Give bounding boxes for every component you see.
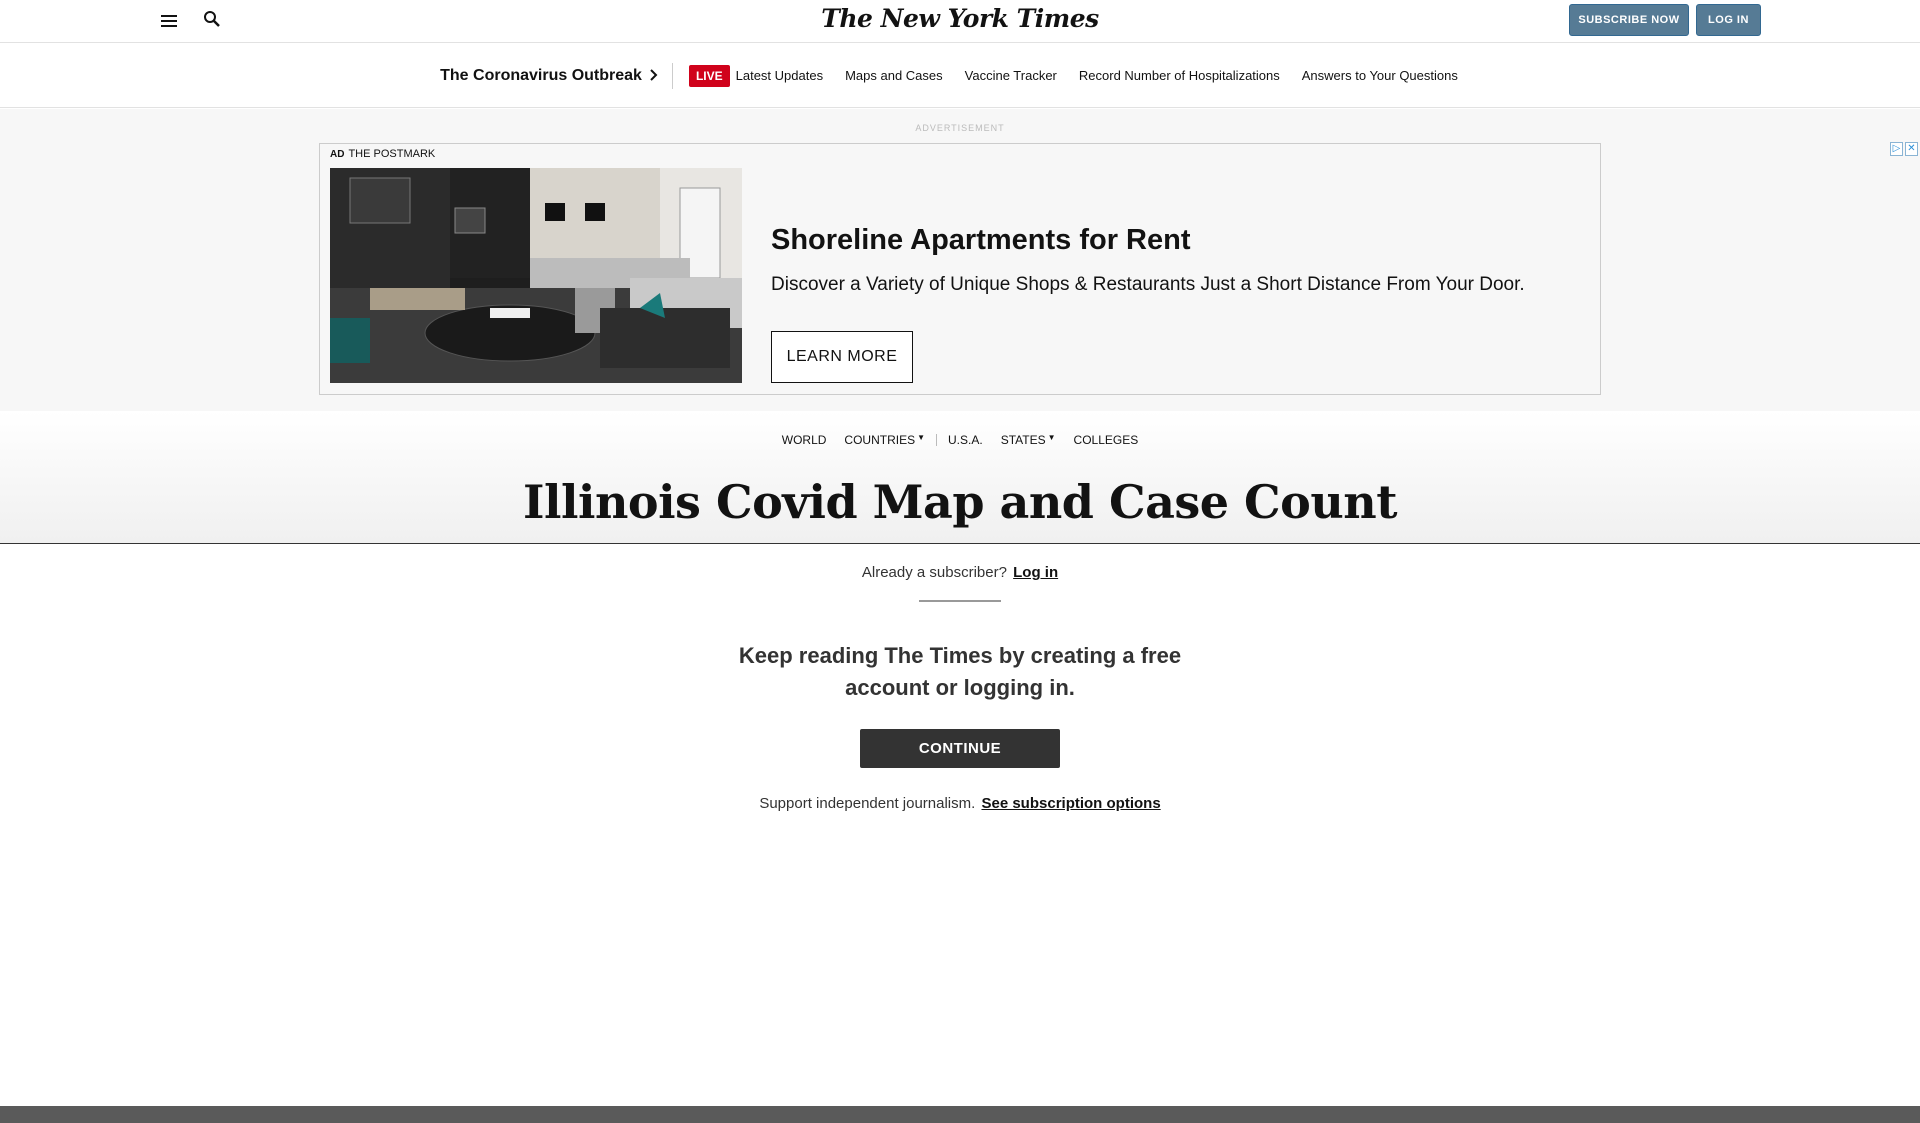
subscribe-now-button[interactable]: SUBSCRIBE NOW — [1569, 4, 1689, 36]
section-nav-countries[interactable]: COUNTRIES ▼ — [844, 433, 925, 447]
ad-sponsor: AD THE POSTMARK — [330, 148, 435, 160]
ad-choices-icon[interactable]: ▷ — [1890, 142, 1903, 156]
ad-title[interactable]: Shoreline Apartments for Rent — [771, 224, 1190, 257]
ad-tag: AD — [330, 149, 345, 160]
page-title: Illinois Covid Map and Case Count — [523, 475, 1398, 529]
ad-image[interactable] — [330, 168, 742, 383]
log-in-button[interactable]: LOG IN — [1696, 4, 1761, 36]
divider — [919, 600, 1001, 602]
ad-banner[interactable]: AD THE POSTMARK Shoreline Apartments for… — [319, 143, 1601, 395]
support-text: Support independent journalism. — [759, 795, 976, 812]
section-nav: WORLD COUNTRIES ▼ U.S.A. STATES ▼ COLLEGES — [0, 433, 1920, 447]
section-nav-states[interactable]: STATES ▼ — [1001, 433, 1056, 447]
nav-link-vaccine-tracker[interactable]: Vaccine Tracker — [965, 68, 1057, 83]
section-nav-colleges[interactable]: COLLEGES — [1074, 433, 1139, 447]
live-badge: LIVE — [688, 64, 730, 87]
nav-link-answers[interactable]: Answers to Your Questions — [1302, 68, 1458, 83]
coronavirus-outbreak-label: The Coronavirus Outbreak — [440, 66, 642, 84]
nav-link-hospitalizations[interactable]: Record Number of Hospitalizations — [1079, 68, 1280, 83]
learn-more-button[interactable]: LEARN MORE — [771, 331, 913, 383]
coronavirus-nav: The Coronavirus Outbreak LIVE Latest Upd… — [0, 44, 1920, 108]
nav-link-latest-updates[interactable]: Latest Updates — [736, 68, 823, 83]
masthead: The New York Times SUBSCRIBE NOW LOG IN — [0, 0, 1920, 43]
chevron-right-icon — [650, 68, 658, 84]
nav-link-maps-and-cases[interactable]: Maps and Cases — [845, 68, 943, 83]
section-nav-world[interactable]: WORLD — [782, 433, 827, 447]
already-subscriber: Already a subscriber? Log in — [0, 564, 1920, 581]
gateway-login-link[interactable]: Log in — [1013, 564, 1058, 581]
ad-description: Discover a Variety of Unique Shops & Res… — [771, 274, 1525, 295]
caret-down-icon: ▼ — [1047, 433, 1056, 442]
support-journalism: Support independent journalism. See subs… — [0, 795, 1920, 812]
keep-reading-message: Keep reading The Times by creating a fre… — [0, 640, 1920, 704]
nav-divider — [671, 62, 673, 89]
section-nav-countries-label: COUNTRIES — [844, 433, 916, 447]
advertisement-area: ADVERTISEMENT AD THE POSTMARK Shoreline … — [0, 109, 1920, 411]
ad-sponsor-name: THE POSTMARK — [348, 148, 436, 160]
section-header: WORLD COUNTRIES ▼ U.S.A. STATES ▼ COLLEGES… — [0, 411, 1920, 544]
close-icon[interactable]: ✕ — [1905, 142, 1918, 156]
ad-choices: ▷ ✕ — [1890, 142, 1918, 158]
section-nav-usa[interactable]: U.S.A. — [948, 433, 983, 447]
section-nav-states-label: STATES — [1000, 433, 1046, 447]
already-subscriber-text: Already a subscriber? — [861, 564, 1007, 581]
continue-button[interactable]: CONTINUE — [860, 729, 1060, 768]
advertisement-label: ADVERTISEMENT — [915, 123, 1005, 133]
coronavirus-outbreak-link[interactable]: The Coronavirus Outbreak — [440, 67, 658, 85]
caret-down-icon: ▼ — [917, 433, 926, 442]
subscription-options-link[interactable]: See subscription options — [981, 795, 1160, 812]
footer-bar — [0, 1106, 1920, 1123]
section-nav-divider — [936, 434, 938, 446]
keep-reading-text: Keep reading The Times by creating a fre… — [738, 643, 1182, 700]
